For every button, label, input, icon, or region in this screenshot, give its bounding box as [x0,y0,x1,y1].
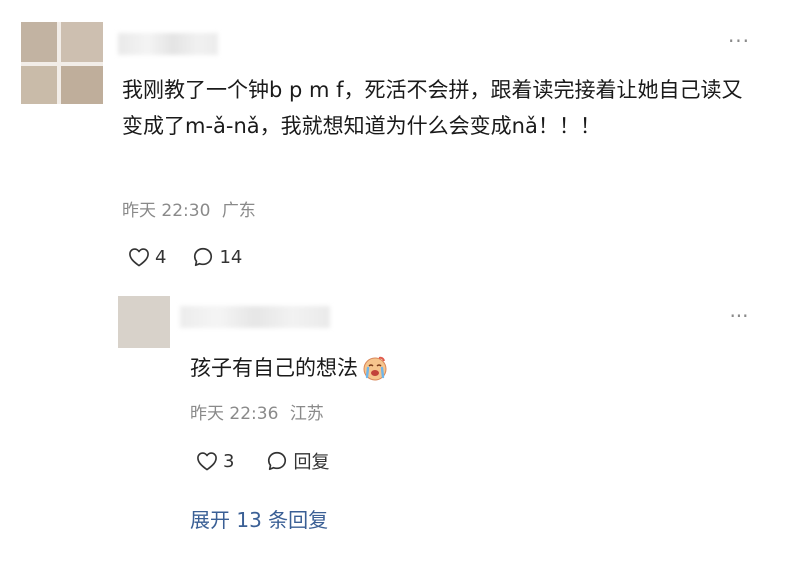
reply-more-options-icon[interactable]: ··· [722,306,756,326]
comment-location: 广东 [221,201,256,221]
reply-location: 江苏 [289,404,324,424]
heart-icon [197,452,217,471]
reply-button-label: 回复 [293,452,330,473]
reply-time: 昨天 22:36 [190,404,279,424]
more-options-icon[interactable]: ··· [722,31,756,51]
comment-meta: 昨天 22:30 广东 [122,199,256,223]
reply-meta: 昨天 22:36 江苏 [190,402,324,426]
reply-username-blurred[interactable] [180,306,330,328]
comment-text: 我刚教了一个钟b p m f，死活不会拼，跟着读完接着让她自己读又变成了m-ǎ-… [122,78,743,138]
expand-replies-link[interactable]: 展开 13 条回复 [190,505,328,535]
comment-actions: 4 14 [128,244,242,270]
username-blurred[interactable] [118,33,218,55]
crying-face-emoji-icon [362,355,388,381]
reply-actions: 3 回复 [196,448,329,474]
comment-button[interactable]: 14 [192,246,242,268]
comment-time: 昨天 22:30 [122,201,211,221]
like-count: 4 [155,246,167,268]
reply-text-row: 孩子有自己的想法 [190,352,388,384]
avatar[interactable] [21,22,103,104]
reply-button[interactable]: 回复 [266,448,329,474]
like-button[interactable]: 4 [128,247,166,268]
comment-bubble-icon [194,247,213,267]
heart-icon [129,248,149,267]
comment-count: 14 [219,246,243,268]
comment-bubble-icon [268,451,287,471]
reply-text: 孩子有自己的想法 [190,356,358,380]
reply-like-count: 3 [223,450,235,472]
reply-avatar[interactable] [118,296,170,348]
comment-thread: ··· 我刚教了一个钟b p m f，死活不会拼，跟着读完接着让她自己读又变成了… [0,0,800,561]
reply-like-button[interactable]: 3 [196,451,234,472]
